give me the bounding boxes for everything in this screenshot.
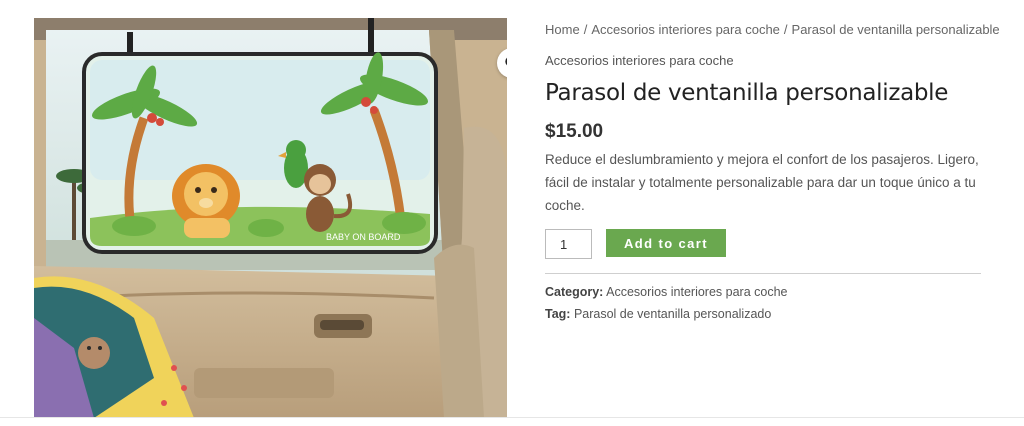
quantity-input[interactable] <box>545 229 592 259</box>
meta-category-label: Category: <box>545 285 604 299</box>
breadcrumb-current: Parasol de ventanilla personalizable <box>791 22 1000 37</box>
breadcrumb-separator: / <box>583 22 588 37</box>
section-divider <box>0 417 1024 418</box>
product-category-label: Accesorios interiores para coche <box>545 53 734 68</box>
product-price: $15.00 <box>545 121 604 142</box>
product-image[interactable]: BABY ON BOARD <box>34 18 507 418</box>
product-meta-category: Category: Accesorios interiores para coc… <box>545 285 787 299</box>
divider <box>545 273 981 274</box>
product-title: Parasol de ventanilla personalizable <box>545 80 949 106</box>
magnifier-icon <box>505 57 507 66</box>
breadcrumb-home[interactable]: Home <box>545 22 580 37</box>
breadcrumb-separator: / <box>783 22 788 37</box>
meta-category-link[interactable]: Accesorios interiores para coche <box>606 285 787 299</box>
baby-on-board-text: BABY ON BOARD <box>326 232 401 242</box>
product-description: Reduce el deslumbramiento y mejora el co… <box>545 152 979 213</box>
meta-tag-link[interactable]: Parasol de ventanilla personalizado <box>574 307 771 321</box>
breadcrumb-category[interactable]: Accesorios interiores para coche <box>591 22 780 37</box>
meta-tag-label: Tag: <box>545 307 571 321</box>
add-to-cart-button[interactable]: Add to cart <box>606 229 726 257</box>
breadcrumb: Home / Accesorios interiores para coche / Pa… <box>545 22 1000 37</box>
product-photo-illustration: BABY ON BOARD <box>34 18 507 418</box>
product-meta-tag: Tag: Parasol de ventanilla personalizado <box>545 307 771 321</box>
